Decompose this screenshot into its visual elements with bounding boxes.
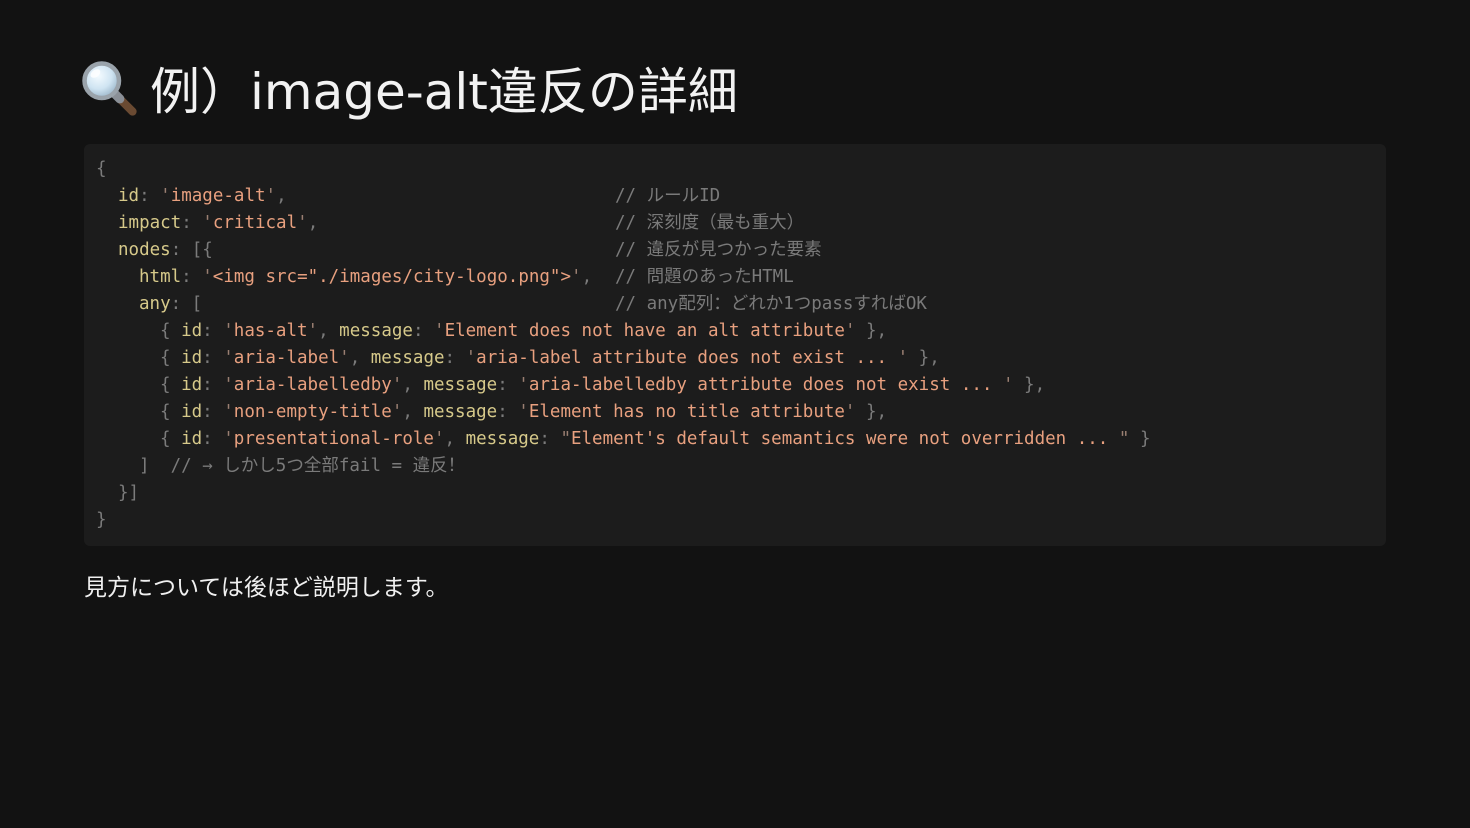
nodes-close: }] <box>118 483 140 503</box>
slide-title-text: 例）image-alt違反の詳細 <box>150 63 738 121</box>
open-brace: { <box>96 159 107 179</box>
code-line-nodes: nodes: [{ <box>118 240 213 260</box>
magnifying-glass-icon <box>82 61 137 116</box>
id-value: image-alt <box>170 186 266 206</box>
comment-any: // any配列：どれか1つpassすればOK <box>615 294 927 314</box>
html-value: <img src="./images/city-logo.png"> <box>212 267 572 287</box>
html-key: html <box>139 267 182 287</box>
comment-id: // ルールID <box>615 186 721 206</box>
any-close: ] <box>139 456 150 476</box>
code-line-any-close: ] // → しかし5つ全部fail = 違反！ <box>139 453 465 480</box>
nodes-key: nodes <box>118 240 171 260</box>
slide-title: 例）image-alt違反の詳細 <box>80 52 738 124</box>
close-brace: } <box>96 510 107 530</box>
check-line-aria-label: { id: 'aria-label', message: 'aria-label… <box>160 348 940 368</box>
any-close-comment: // → しかし5つ全部fail = 違反！ <box>170 456 466 476</box>
code-line-any: any: [ <box>139 294 203 314</box>
check-line-non-empty-title: { id: 'non-empty-title', message: 'Eleme… <box>160 402 888 422</box>
impact-value: critical <box>212 213 298 233</box>
code-block: { id: 'image-alt', // ルールID impact: 'cri… <box>84 144 1386 546</box>
code-line-html: html: '<img src="./images/city-logo.png"… <box>139 267 593 287</box>
any-key: any <box>139 294 171 314</box>
check-line-aria-labelledby: { id: 'aria-labelledby', message: 'aria-… <box>160 375 1046 395</box>
check-line-presentational-role: { id: 'presentational-role', message: "E… <box>160 429 1151 449</box>
code-line-open: { <box>96 156 107 183</box>
code-line-nodes-close: }] <box>118 480 139 507</box>
id-key: id <box>118 186 140 206</box>
code-line-close: } <box>96 507 107 534</box>
code-line-impact: impact: 'critical', <box>118 213 319 233</box>
slide-caption: 見方については後ほど説明します。 <box>84 575 449 601</box>
check-line-has-alt: { id: 'has-alt', message: 'Element does … <box>160 321 888 341</box>
comment-impact: // 深刻度（最も重大） <box>615 213 805 233</box>
code-line-id: id: 'image-alt', <box>118 186 287 206</box>
comment-html: // 問題のあったHTML <box>615 267 794 287</box>
impact-key: impact <box>118 213 182 233</box>
comment-nodes: // 違反が見つかった要素 <box>615 240 822 260</box>
